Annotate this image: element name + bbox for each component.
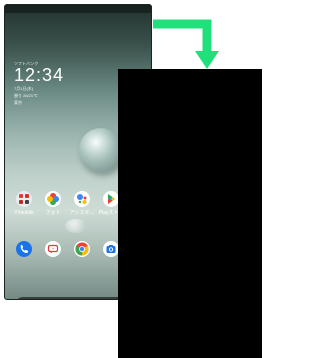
- phone-icon[interactable]: [16, 241, 32, 257]
- photos-icon[interactable]: [45, 191, 61, 207]
- water-droplet-wallpaper-small: [65, 219, 87, 233]
- app-label-assistant: アシスタ…: [69, 210, 95, 216]
- water-droplet-wallpaper: [79, 128, 123, 172]
- svg-text:+: +: [52, 246, 55, 251]
- app-label-photos: フォト: [45, 210, 61, 216]
- status-bar: [5, 5, 151, 13]
- play-store-icon[interactable]: [103, 191, 119, 207]
- chrome-icon[interactable]: [74, 241, 90, 257]
- clock-time: 12:34: [14, 65, 65, 85]
- screen-overlay-panel: [118, 69, 262, 358]
- weather-label: 曇り 26/21℃: [14, 93, 38, 98]
- messages-icon[interactable]: +: [45, 241, 61, 257]
- area-label: 東京: [14, 100, 22, 105]
- camera-icon[interactable]: [103, 241, 119, 257]
- assistant-icon[interactable]: [74, 191, 90, 207]
- app-label-ymobile: Y!mobile: [14, 210, 34, 216]
- folder-icon[interactable]: [16, 191, 32, 207]
- date-label: 7月1日(木): [14, 86, 34, 91]
